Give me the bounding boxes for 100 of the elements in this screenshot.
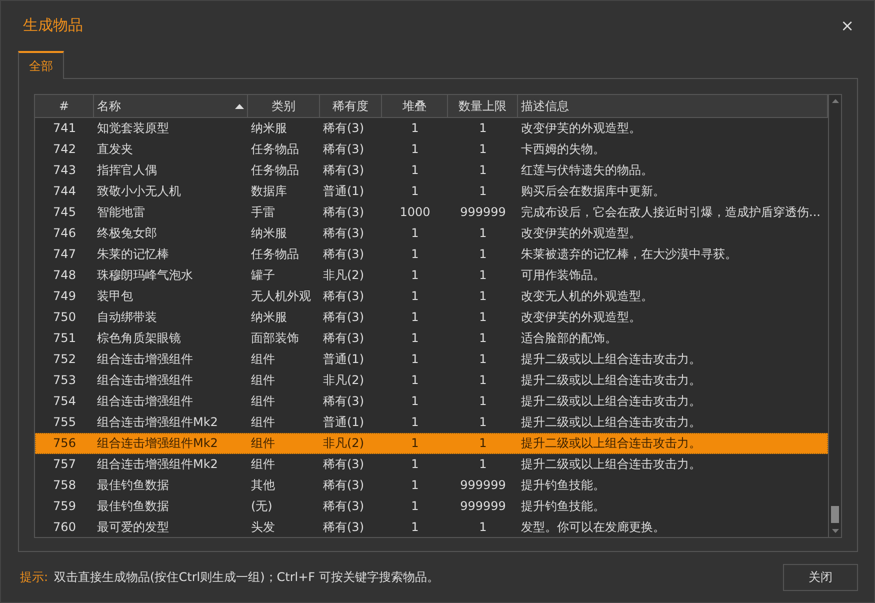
table-cell-text: 改变伊芙的外观造型。	[520, 309, 642, 326]
table-cell-text: 稀有(3)	[322, 498, 365, 515]
table-cell-text: 747	[52, 246, 77, 263]
table-cell-text: 1	[478, 246, 488, 263]
column-header[interactable]: 堆叠	[382, 95, 448, 117]
table-row[interactable]: 757 组合连击增强组件Mk2 组件 稀有(3) 1 1 提升二级或以上组合连击攻击力。	[35, 454, 828, 475]
table-cell-text: 改变无人机的外观造型。	[520, 288, 654, 305]
table-cell-text: 购买后会在数据库中更新。	[520, 183, 666, 200]
column-header[interactable]: 数量上限	[448, 95, 518, 117]
table-cell-text: 纳米服	[250, 225, 288, 242]
table-row[interactable]: 742 直发夹 任务物品 稀有(3) 1 1 卡西姆的失物。	[35, 139, 828, 160]
table-row[interactable]: 760 最可爱的发型 头发 稀有(3) 1 1 发型。你可以在发廊更换。	[35, 517, 828, 538]
table-cell-text: 组件	[250, 372, 276, 389]
table-row[interactable]: 751 棕色角质架眼镜 面部装饰 稀有(3) 1 1 适合脸部的配饰。	[35, 328, 828, 349]
table-row[interactable]: 741 知觉套装原型 纳米服 稀有(3) 1 1 改变伊芙的外观造型。	[35, 118, 828, 139]
table-cell-text: 其他	[250, 477, 276, 494]
table-row[interactable]: 756 组合连击增强组件Mk2 组件 非凡(2) 1 1 提升二级或以上组合连击攻击力。	[35, 433, 828, 454]
table-cell-text: 1	[410, 162, 420, 179]
table-cell-text: 可用作装饰品。	[520, 267, 606, 284]
table-cell-text: 非凡(2)	[322, 267, 365, 284]
table-row[interactable]: 744 致敬小小无人机 数据库 普通(1) 1 1 购买后会在数据库中更新。	[35, 181, 828, 202]
table-cell-text: 752	[52, 351, 77, 368]
table-cell-text: 提升二级或以上组合连击攻击力。	[520, 372, 702, 389]
table-cell-text: 手雷	[250, 204, 276, 221]
sort-ascending-icon	[235, 104, 244, 108]
table-row[interactable]: 743 指挥官人偶 任务物品 稀有(3) 1 1 红莲与伏特遗失的物品。	[35, 160, 828, 181]
scroll-down-icon[interactable]	[832, 529, 838, 533]
table-cell-text: 组件	[250, 351, 276, 368]
table-row[interactable]: 746 终极兔女郎 纳米服 稀有(3) 1 1 改变伊芙的外观造型。	[35, 223, 828, 244]
table-row[interactable]: 748 珠穆朗玛峰气泡水 罐子 非凡(2) 1 1 可用作装饰品。	[35, 265, 828, 286]
table-cell-text: 提升钓鱼技能。	[520, 498, 606, 515]
table-row[interactable]: 750 自动绑带装 纳米服 稀有(3) 1 1 改变伊芙的外观造型。	[35, 307, 828, 328]
table-cell-text: 760	[52, 519, 77, 536]
column-header[interactable]: 描述信息	[518, 95, 828, 117]
scroll-up-icon[interactable]	[832, 99, 838, 103]
table-cell-text: 直发夹	[96, 141, 134, 158]
table-row[interactable]: 758 最佳钓鱼数据 其他 稀有(3) 1 999999 提升钓鱼技能。	[35, 475, 828, 496]
table-cell-text: 1	[410, 288, 420, 305]
table-cell-text: 棕色角质架眼镜	[96, 330, 182, 347]
table-cell-text: 组件	[250, 393, 276, 410]
table-cell-text: 758	[52, 477, 77, 494]
hint-label: 提示:	[20, 568, 48, 586]
table-cell-text: 稀有(3)	[322, 519, 365, 536]
close-dialog-button[interactable]: 关闭	[783, 564, 858, 590]
table-cell-text: 1	[478, 267, 488, 284]
table-cell-text: 1	[410, 141, 420, 158]
table-cell-text: 1	[410, 414, 420, 431]
table-cell-text: 普通(1)	[322, 183, 365, 200]
table-row[interactable]: 749 装甲包 无人机外观 稀有(3) 1 1 改变无人机的外观造型。	[35, 286, 828, 307]
table-cell-text: 1	[410, 225, 420, 242]
table-cell-text: 稀有(3)	[322, 246, 365, 263]
table-cell-text: 1	[478, 225, 488, 242]
table-cell-text: 改变伊芙的外观造型。	[520, 120, 642, 137]
table-cell-text: 任务物品	[250, 162, 300, 179]
table-cell-text: 746	[52, 225, 77, 242]
column-header[interactable]: 稀有度	[320, 95, 382, 117]
table-cell-text: 1000	[398, 204, 432, 221]
column-header[interactable]: 名称	[94, 95, 248, 117]
table-row[interactable]: 747 朱莱的记忆棒 任务物品 稀有(3) 1 1 朱莱被遗弃的记忆棒，在大沙漠中寻获。	[35, 244, 828, 265]
table-row[interactable]: 754 组合连击增强组件 组件 稀有(3) 1 1 提升二级或以上组合连击攻击力。	[35, 391, 828, 412]
table-cell-text: 755	[52, 414, 77, 431]
table-cell-text: 完成布设后，它会在敌人接近时引爆，造成护盾穿透伤...	[520, 204, 822, 221]
table-cell-text: 756	[52, 435, 77, 452]
table-row[interactable]: 755 组合连击增强组件Mk2 组件 普通(1) 1 1 提升二级或以上组合连击攻击力。	[35, 412, 828, 433]
table-row[interactable]: 753 组合连击增强组件 组件 非凡(2) 1 1 提升二级或以上组合连击攻击力。	[35, 370, 828, 391]
table-row[interactable]: 752 组合连击增强组件 组件 普通(1) 1 1 提升二级或以上组合连击攻击力。	[35, 349, 828, 370]
scrollbar[interactable]	[828, 95, 841, 537]
table-cell-text: 任务物品	[250, 246, 300, 263]
table-cell-text: 数据库	[250, 183, 288, 200]
column-header[interactable]: 类别	[248, 95, 320, 117]
table-cell-text: 朱莱的记忆棒	[96, 246, 170, 263]
table-cell-text: 自动绑带装	[96, 309, 158, 326]
table-cell-text: 提升钓鱼技能。	[520, 477, 606, 494]
table-cell-text: 组合连击增强组件	[96, 372, 194, 389]
table-cell-text: 稀有(3)	[322, 477, 365, 494]
table-row[interactable]: 759 最佳钓鱼数据 (无) 稀有(3) 1 999999 提升钓鱼技能。	[35, 496, 828, 517]
scroll-thumb[interactable]	[831, 506, 839, 523]
table-cell-text: 稀有(3)	[322, 204, 365, 221]
table-cell-text: 1	[410, 120, 420, 137]
table-cell-text: 1	[410, 267, 420, 284]
column-header[interactable]: #	[35, 95, 94, 117]
table-cell-text: 提升二级或以上组合连击攻击力。	[520, 351, 702, 368]
table-row[interactable]: 745 智能地雷 手雷 稀有(3) 1000 999999 完成布设后，它会在敌人接近时引爆，造成护盾穿透伤...	[35, 202, 828, 223]
table-cell-text: 1	[410, 519, 420, 536]
table-cell-text: 1	[478, 414, 488, 431]
table-cell-text: 1	[478, 351, 488, 368]
close-button[interactable]: ×	[836, 16, 858, 35]
table-cell-text: 744	[52, 183, 77, 200]
table-cell-text: 1	[478, 309, 488, 326]
table-cell-text: 红莲与伏特遗失的物品。	[520, 162, 654, 179]
table-cell-text: 智能地雷	[96, 204, 146, 221]
table-cell-text: 1	[410, 498, 420, 515]
table-cell-text: 1	[410, 183, 420, 200]
table-cell-text: 742	[52, 141, 77, 158]
tab[interactable]: 全部	[18, 51, 64, 79]
table-cell-text: 最佳钓鱼数据	[96, 498, 170, 515]
table-cell-text: 卡西姆的失物。	[520, 141, 606, 158]
table-cell-text: 1	[478, 330, 488, 347]
table-cell-text: 提升二级或以上组合连击攻击力。	[520, 414, 702, 431]
table-cell-text: 稀有(3)	[322, 309, 365, 326]
